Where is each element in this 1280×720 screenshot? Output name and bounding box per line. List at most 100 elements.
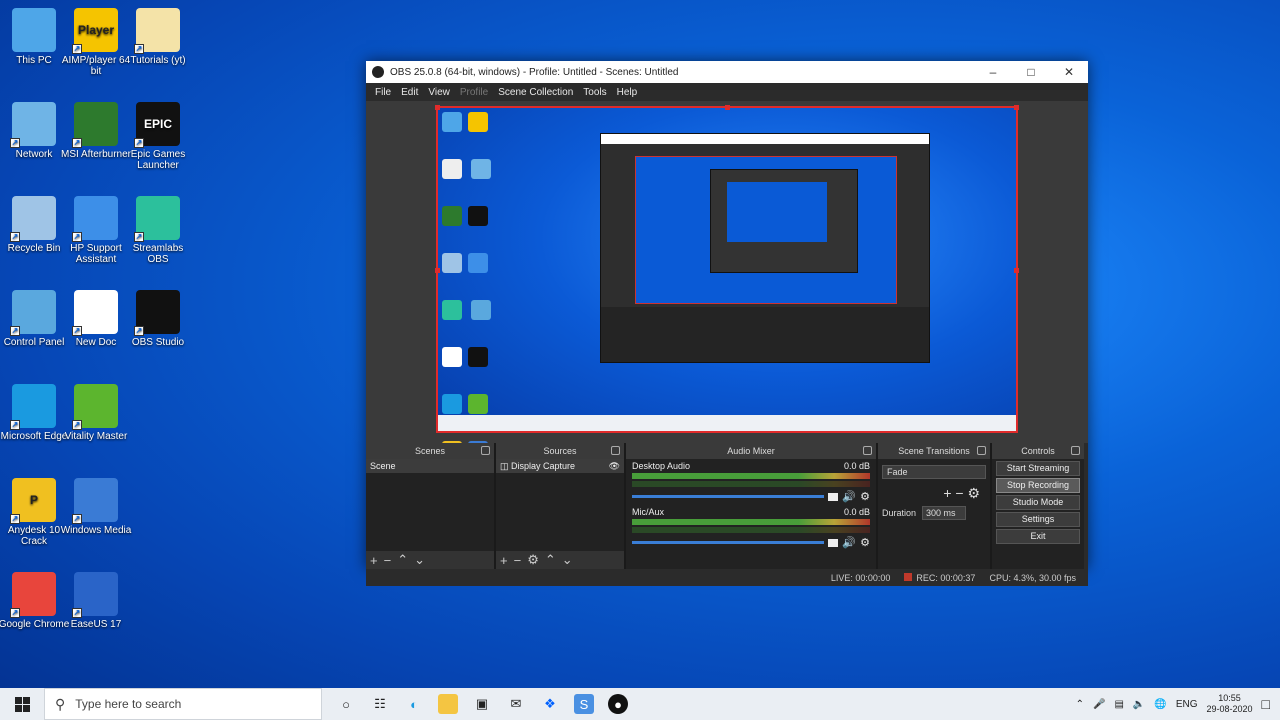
scene-item[interactable]: Scene (366, 459, 494, 473)
mixer-channel-mic: Mic/Aux 0.0 dB 🔊 ⚙ (626, 505, 876, 551)
add-source-icon[interactable]: + (500, 553, 508, 568)
exit-button[interactable]: Exit (996, 529, 1080, 544)
vscode-icon: ↗ (72, 572, 118, 618)
source-settings-icon[interactable]: ⚙ (527, 552, 539, 568)
menu-file[interactable]: File (370, 87, 396, 98)
stop-recording-button[interactable]: Stop Recording (996, 478, 1080, 493)
vitality-icon: ↗ (72, 384, 118, 430)
remove-scene-icon[interactable]: − (384, 553, 392, 568)
live-status: LIVE: 00:00:00 (830, 572, 891, 583)
language-icon[interactable]: 🌐 (1154, 699, 1166, 710)
desktop-icon-obs[interactable]: ↗ OBS Studio (122, 290, 194, 348)
msi-icon: ↗ (72, 102, 118, 148)
add-scene-icon[interactable]: + (370, 553, 378, 568)
desktop-icon-label: EaseUS 17 (70, 619, 122, 630)
chrome-icon: ↗ (10, 572, 56, 618)
chevron-up-icon[interactable]: ⌃ (1076, 699, 1084, 710)
desktop-icon-folder[interactable]: ↗ Tutorials (yt) (122, 8, 194, 66)
taskbar: ⚲ Type here to search ○ ☷ ◐ ▣ ✉ ❖ S ● ⌃ … (0, 688, 1280, 720)
source-item[interactable]: ◫ Display Capture 👁 (496, 459, 624, 473)
sources-dock: Sources ◫ Display Capture 👁 + − ⚙ ⌃ ⌄ (496, 443, 626, 569)
dropbox-icon[interactable]: ❖ (540, 694, 560, 714)
menu-edit[interactable]: Edit (396, 87, 423, 98)
desktop-icon-epic[interactable]: EPIC ↗ Epic Games Launcher (122, 102, 194, 171)
desktop-icon-vitality[interactable]: ↗ Vitality Master (60, 384, 132, 442)
gear-icon[interactable]: ⚙ (860, 490, 870, 503)
edge-icon[interactable]: ◐ (404, 694, 424, 714)
obs-title-bar[interactable]: OBS 25.0.8 (64-bit, windows) - Profile: … (366, 61, 1088, 83)
desktop-icon-streamlabs[interactable]: ↗ Streamlabs OBS (122, 196, 194, 265)
desktop-icon-vscode[interactable]: ↗ EaseUS 17 (60, 572, 132, 630)
preview-nested-obs (600, 133, 930, 363)
speaker-icon[interactable]: 🔊 (842, 490, 856, 503)
edge-icon: ↗ (10, 384, 56, 430)
obs-window: OBS 25.0.8 (64-bit, windows) - Profile: … (366, 61, 1088, 586)
task-view-icon[interactable]: ☷ (370, 694, 390, 714)
transitions-dock: Scene Transitions Fade + − ⚙ Duration 300… (878, 443, 992, 569)
minimize-button[interactable]: – (974, 65, 1012, 79)
move-up-icon[interactable]: ⌃ (397, 552, 408, 568)
duration-label: Duration (882, 508, 917, 518)
cpu-status: CPU: 4.3%, 30.00 fps (989, 572, 1076, 583)
start-streaming-button[interactable]: Start Streaming (996, 461, 1080, 476)
remove-source-icon[interactable]: − (514, 553, 522, 568)
menu-view[interactable]: View (423, 87, 455, 98)
desktop-icon-wmp[interactable]: ↗ Windows Media (60, 478, 132, 536)
hp-icon: ↗ (72, 196, 118, 242)
menu-tools[interactable]: Tools (578, 87, 611, 98)
obs-taskbar-icon[interactable]: ● (608, 694, 628, 714)
eye-icon: 👁 (608, 461, 620, 471)
volume-slider[interactable] (632, 541, 825, 544)
volume-slider[interactable] (632, 495, 825, 498)
obs-logo-icon (372, 66, 384, 78)
preview-area (366, 101, 1088, 508)
close-button[interactable]: ✕ (1050, 65, 1088, 79)
desktop-icon-label: Epic Games Launcher (130, 149, 186, 171)
epic-icon: EPIC ↗ (134, 102, 180, 148)
channel-db: 0.0 dB (843, 461, 870, 471)
input-language[interactable]: ENG (1176, 699, 1198, 710)
cortana-icon[interactable]: ○ (336, 694, 356, 714)
mixer-channel-desktop: Desktop Audio 0.0 dB 🔊 ⚙ (626, 459, 876, 505)
duration-input[interactable]: 300 ms (922, 506, 967, 520)
windows-logo-icon (14, 696, 30, 712)
rec-indicator-icon (904, 572, 913, 581)
move-down-icon[interactable]: ⌄ (414, 552, 425, 568)
transition-add-remove[interactable]: + − ⚙ (878, 485, 990, 502)
menu-help[interactable]: Help (612, 87, 643, 98)
desktop-icon-label: Vitality Master (64, 431, 128, 442)
streamlabs-icon: ↗ (134, 196, 180, 242)
move-up-icon[interactable]: ⌃ (545, 552, 556, 568)
taskbar-search[interactable]: ⚲ Type here to search (44, 688, 322, 720)
network-icon: ↗ (10, 102, 56, 148)
wmp-icon: ↗ (72, 478, 118, 524)
clock[interactable]: 10:55 29-08-2020 (1206, 693, 1252, 715)
studio-mode-button[interactable]: Studio Mode (996, 495, 1080, 510)
notification-icon[interactable]: □ (1262, 696, 1270, 712)
start-button[interactable] (0, 696, 44, 712)
store-icon[interactable]: ▣ (472, 694, 492, 714)
mic-icon[interactable]: 🎤 (1093, 699, 1105, 710)
mail-icon[interactable]: ✉ (506, 694, 526, 714)
ponder-icon: P ↗ (10, 478, 56, 524)
preview-canvas[interactable] (435, 105, 1019, 508)
maximize-button[interactable]: □ (1012, 65, 1050, 79)
menu-scene-collection[interactable]: Scene Collection (493, 87, 578, 98)
volume-icon[interactable]: 🔈 (1133, 699, 1145, 710)
network-icon[interactable]: ▤ (1114, 699, 1123, 710)
move-down-icon[interactable]: ⌄ (562, 552, 573, 568)
gear-icon[interactable]: ⚙ (860, 536, 870, 549)
speaker-icon[interactable]: 🔊 (842, 536, 856, 549)
app-s-icon[interactable]: S (574, 694, 594, 714)
clock-date: 29-08-2020 (1206, 704, 1253, 714)
search-placeholder: Type here to search (75, 697, 182, 711)
rec-status: REC: 00:00:37 (904, 572, 975, 583)
transition-select[interactable]: Fade (882, 465, 986, 479)
menu-profile[interactable]: Profile (455, 87, 493, 98)
channel-db: 0.0 dB (843, 507, 870, 517)
settings-button[interactable]: Settings (996, 512, 1080, 527)
preview-taskbar (438, 415, 1016, 431)
level-meter (632, 473, 870, 479)
obs-icon: ↗ (134, 290, 180, 336)
file-explorer-icon[interactable] (438, 694, 458, 714)
